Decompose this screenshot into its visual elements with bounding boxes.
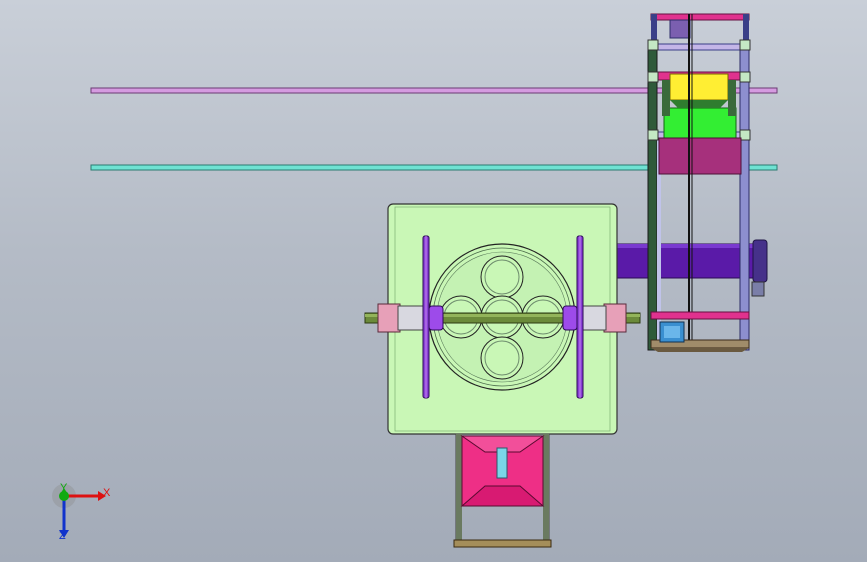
right-frame[interactable] <box>647 13 751 352</box>
cad-model-view[interactable] <box>0 0 867 562</box>
cup-top <box>480 255 524 299</box>
x-axis-label: X <box>103 487 111 499</box>
y-axis-label: Y <box>60 482 68 494</box>
cup-bottom <box>480 336 524 380</box>
cad-graphics-area[interactable]: X Y Z <box>0 0 867 562</box>
z-axis-label: Z <box>59 530 66 542</box>
hopper[interactable] <box>453 433 552 548</box>
